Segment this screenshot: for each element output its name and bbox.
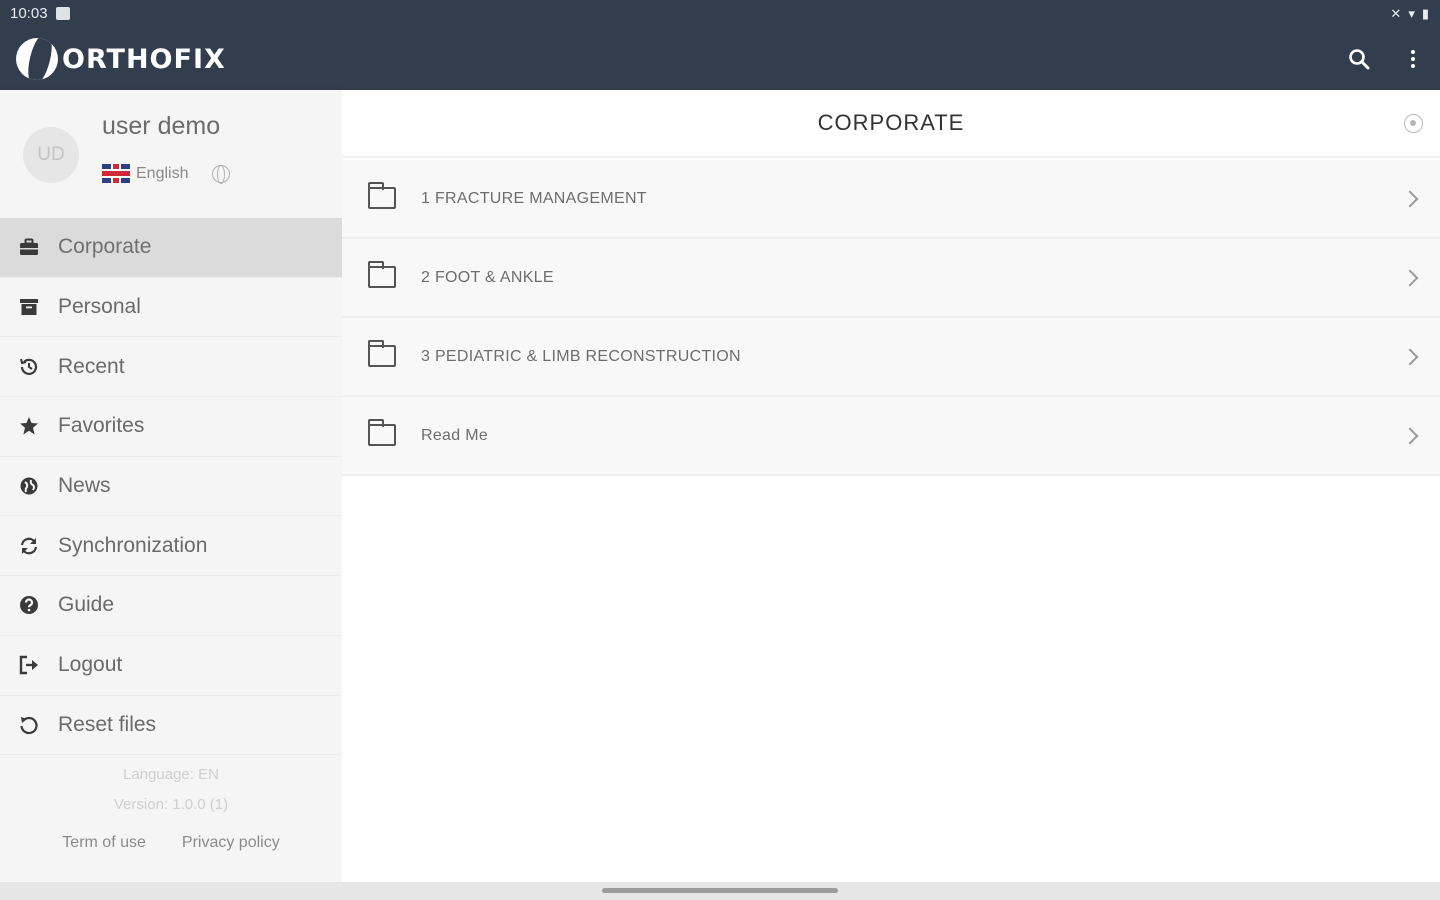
orthofix-logo: ORTHOFIX bbox=[16, 38, 226, 80]
archive-icon bbox=[0, 298, 58, 316]
wifi-icon: ▾ bbox=[1408, 6, 1416, 21]
image-notification-icon bbox=[55, 7, 70, 20]
status-bar-right: ✕ ▾ ▮ bbox=[1390, 6, 1430, 22]
sidebar-item-corporate[interactable]: Corporate bbox=[0, 218, 342, 278]
search-icon[interactable] bbox=[1348, 48, 1370, 70]
language-info: Language: EN bbox=[123, 766, 219, 783]
app-header: 10:03 ✕ ▾ ▮ ORTHOFIX bbox=[0, 0, 1440, 90]
sidebar-item-label: Favorites bbox=[58, 414, 145, 438]
logout-icon bbox=[0, 655, 58, 675]
folder-row[interactable]: 1 FRACTURE MANAGEMENT bbox=[342, 160, 1440, 239]
sidebar-item-recent[interactable]: Recent bbox=[0, 337, 342, 398]
page-title-text: CORPORATE bbox=[817, 110, 965, 135]
logo-text: ORTHOFIX bbox=[62, 43, 226, 75]
system-navigation-bar bbox=[0, 882, 1440, 900]
terms-link[interactable]: Term of use bbox=[62, 834, 146, 852]
folder-label: Read Me bbox=[421, 426, 489, 444]
folder-icon bbox=[367, 419, 396, 446]
folder-list: 1 FRACTURE MANAGEMENT 2 FOOT & ANKLE 3 P… bbox=[342, 160, 1440, 476]
chevron-right-icon bbox=[1401, 269, 1419, 286]
sidebar-item-label: Synchronization bbox=[58, 533, 208, 557]
privacy-link[interactable]: Privacy policy bbox=[182, 834, 280, 852]
globe-icon bbox=[0, 476, 58, 496]
status-bar-left: 10:03 bbox=[10, 5, 70, 22]
sidebar-item-label: Guide bbox=[58, 593, 115, 617]
uk-flag-icon bbox=[102, 164, 130, 183]
sidebar-item-reset-files[interactable]: Reset files bbox=[0, 696, 342, 756]
language-selector[interactable]: English bbox=[102, 164, 231, 184]
home-gesture-handle[interactable] bbox=[602, 888, 838, 893]
help-icon bbox=[0, 595, 58, 615]
more-vert-icon[interactable] bbox=[1404, 48, 1422, 70]
star-icon bbox=[0, 416, 58, 436]
language-label: English bbox=[136, 164, 189, 182]
navigation-drawer: UD user demo English Corporate Personal … bbox=[0, 90, 342, 882]
status-time: 10:03 bbox=[10, 5, 48, 22]
sidebar-item-label: Recent bbox=[58, 354, 125, 378]
globe-icon[interactable] bbox=[212, 164, 231, 184]
mute-icon: ✕ bbox=[1390, 6, 1403, 21]
battery-icon: ▮ bbox=[1421, 6, 1430, 21]
avatar[interactable]: UD bbox=[23, 127, 79, 183]
briefcase-icon bbox=[0, 238, 58, 256]
folder-icon bbox=[367, 340, 396, 367]
sync-icon bbox=[0, 536, 58, 556]
sidebar-item-synchronization[interactable]: Synchronization bbox=[0, 516, 342, 577]
folder-icon bbox=[367, 261, 396, 288]
sidebar-item-label: Corporate bbox=[58, 235, 152, 259]
folder-icon bbox=[367, 182, 396, 209]
page-title: CORPORATE bbox=[342, 90, 1440, 158]
reset-icon bbox=[0, 715, 58, 735]
chevron-right-icon bbox=[1401, 190, 1419, 207]
folder-row[interactable]: Read Me bbox=[342, 397, 1440, 476]
user-name: user demo bbox=[102, 112, 221, 140]
sidebar-item-personal[interactable]: Personal bbox=[0, 278, 342, 338]
version-info: Version: 1.0.0 (1) bbox=[113, 796, 229, 813]
orthofix-logo-mark bbox=[16, 38, 58, 80]
sidebar-item-label: Personal bbox=[58, 295, 141, 319]
sidebar-item-logout[interactable]: Logout bbox=[0, 636, 342, 696]
sidebar-item-favorites[interactable]: Favorites bbox=[0, 397, 342, 457]
history-icon bbox=[0, 357, 58, 377]
sidebar-item-news[interactable]: News bbox=[0, 457, 342, 517]
folder-label: 2 FOOT & ANKLE bbox=[421, 268, 554, 286]
chevron-right-icon bbox=[1401, 348, 1419, 365]
folder-row[interactable]: 2 FOOT & ANKLE bbox=[342, 239, 1440, 318]
folder-label: 1 FRACTURE MANAGEMENT bbox=[421, 189, 647, 207]
sidebar-item-label: Reset files bbox=[58, 712, 157, 736]
folder-row[interactable]: 3 PEDIATRIC & LIMB RECONSTRUCTION bbox=[342, 318, 1440, 397]
info-icon[interactable] bbox=[1404, 114, 1423, 133]
sidebar-item-label: Logout bbox=[58, 653, 123, 677]
app-info: Language: EN Version: 1.0.0 (1) bbox=[0, 760, 342, 820]
nav-list: Corporate Personal Recent Favorites News bbox=[0, 218, 342, 756]
sidebar-item-label: News bbox=[58, 474, 111, 498]
folder-label: 3 PEDIATRIC & LIMB RECONSTRUCTION bbox=[421, 347, 741, 365]
sidebar-item-guide[interactable]: Guide bbox=[0, 576, 342, 636]
chevron-right-icon bbox=[1401, 427, 1419, 444]
main-content: CORPORATE 1 FRACTURE MANAGEMENT 2 FOOT &… bbox=[342, 90, 1440, 882]
legal-links: Term of use Privacy policy bbox=[0, 834, 342, 852]
user-profile: UD user demo English bbox=[0, 90, 342, 218]
